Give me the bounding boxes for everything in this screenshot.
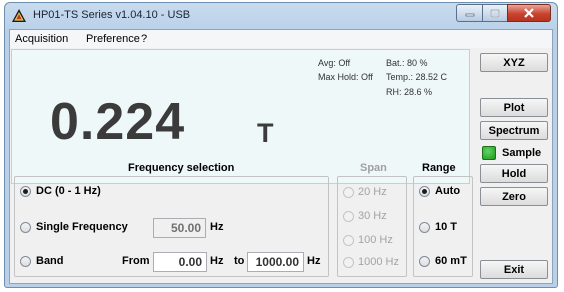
exit-button[interactable]: Exit bbox=[480, 260, 548, 279]
close-button[interactable] bbox=[507, 4, 551, 22]
single-frequency-unit: Hz bbox=[210, 221, 224, 233]
single-frequency-field[interactable]: 50.00 bbox=[153, 218, 206, 238]
hold-button[interactable]: Hold bbox=[480, 164, 548, 183]
title-bar[interactable]: HP01-TS Series v1.04.10 - USB bbox=[5, 3, 557, 29]
maximize-button[interactable] bbox=[482, 4, 507, 22]
window-controls bbox=[456, 4, 551, 22]
close-icon bbox=[524, 8, 534, 18]
app-warning-icon bbox=[12, 9, 26, 22]
span-30hz-radio[interactable] bbox=[343, 211, 354, 222]
radio-selected-dot bbox=[422, 189, 427, 194]
band-radio[interactable] bbox=[20, 256, 31, 267]
maximize-icon bbox=[490, 8, 500, 18]
menu-bar: Acquisition Preference ? bbox=[10, 30, 552, 48]
range-auto-radio[interactable] bbox=[419, 186, 430, 197]
span-100hz-radio[interactable] bbox=[343, 235, 354, 246]
zero-button[interactable]: Zero bbox=[480, 187, 548, 206]
from-label: From bbox=[122, 255, 150, 267]
span-header: Span bbox=[360, 162, 387, 174]
to-unit: Hz bbox=[307, 255, 321, 267]
range-60mt-label: 60 mT bbox=[435, 255, 467, 267]
plot-button[interactable]: Plot bbox=[480, 98, 548, 117]
frequency-selection-header: Frequency selection bbox=[128, 162, 235, 174]
range-60mt-radio[interactable] bbox=[419, 256, 430, 267]
humidity-status: RH: 28.6 % bbox=[386, 87, 433, 97]
battery-status: Bat.: 80 % bbox=[386, 58, 428, 68]
band-label: Band bbox=[36, 255, 64, 267]
menu-acquisition[interactable]: Acquisition bbox=[15, 33, 68, 45]
field-value: 0.224 bbox=[50, 93, 186, 151]
temperature-status: Temp.: 28.52 C bbox=[386, 72, 448, 82]
client-area: Acquisition Preference ? 0.224 T Avg: Of… bbox=[9, 29, 553, 284]
band-to-field[interactable]: 1000.00 bbox=[247, 252, 304, 272]
menu-help[interactable]: ? bbox=[141, 33, 147, 45]
span-1000hz-label: 1000 Hz bbox=[358, 256, 399, 268]
single-frequency-radio[interactable] bbox=[20, 222, 31, 233]
field-unit: T bbox=[257, 118, 274, 148]
span-20hz-radio[interactable] bbox=[343, 187, 354, 198]
span-1000hz-radio[interactable] bbox=[343, 257, 354, 268]
span-20hz-label: 20 Hz bbox=[358, 186, 387, 198]
radio-selected-dot bbox=[23, 189, 28, 194]
span-100hz-label: 100 Hz bbox=[358, 234, 393, 246]
menu-preference[interactable]: Preference bbox=[86, 33, 140, 45]
minimize-icon bbox=[465, 13, 474, 17]
band-from-field[interactable]: 0.00 bbox=[153, 252, 207, 272]
xyz-button[interactable]: XYZ bbox=[480, 53, 548, 72]
window-title: HP01-TS Series v1.04.10 - USB bbox=[33, 9, 191, 21]
spectrum-button[interactable]: Spectrum bbox=[480, 121, 548, 140]
range-10t-radio[interactable] bbox=[419, 222, 430, 233]
from-unit: Hz bbox=[210, 255, 224, 267]
single-frequency-label: Single Frequency bbox=[36, 221, 128, 233]
avg-status: Avg: Off bbox=[318, 58, 351, 68]
dc-radio[interactable] bbox=[20, 186, 31, 197]
measurement-display: 0.224 T Avg: Off Max Hold: Off Bat.: 80 … bbox=[11, 49, 470, 184]
sample-led-icon bbox=[482, 146, 496, 160]
app-window: HP01-TS Series v1.04.10 - USB Acquisitio… bbox=[4, 2, 558, 288]
range-header: Range bbox=[422, 162, 456, 174]
span-30hz-label: 30 Hz bbox=[358, 210, 387, 222]
minimize-button[interactable] bbox=[456, 4, 482, 22]
range-auto-label: Auto bbox=[435, 185, 461, 197]
to-label: to bbox=[234, 255, 245, 267]
sample-label: Sample bbox=[502, 147, 542, 159]
range-10t-label: 10 T bbox=[435, 221, 458, 233]
dc-label: DC (0 - 1 Hz) bbox=[36, 185, 101, 197]
max-hold-status: Max Hold: Off bbox=[318, 72, 373, 82]
